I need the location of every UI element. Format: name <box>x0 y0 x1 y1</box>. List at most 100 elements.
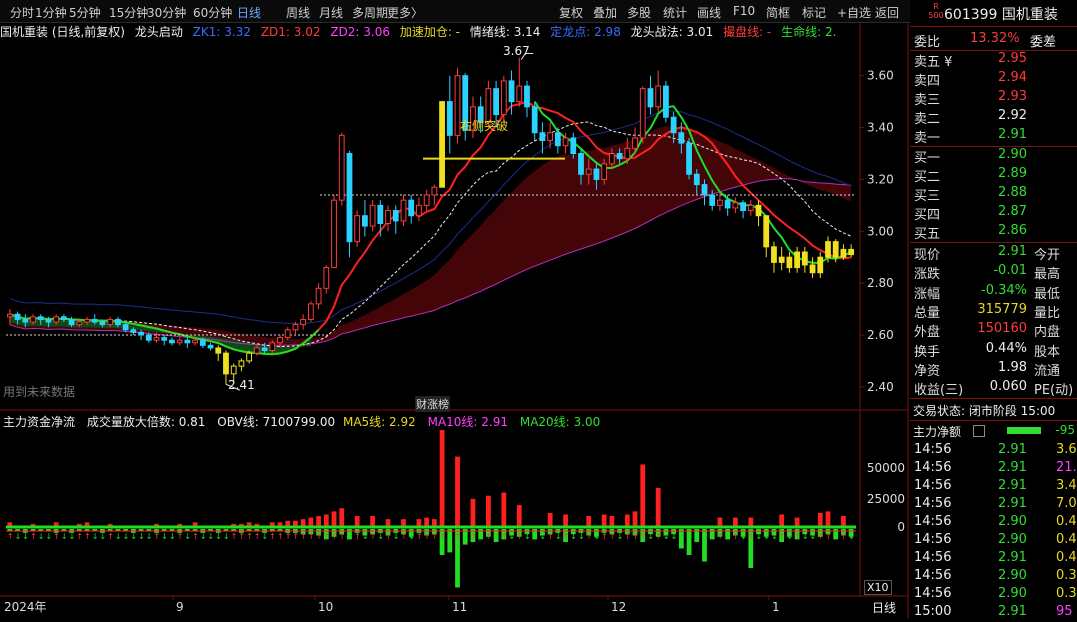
candle-body <box>701 184 708 196</box>
candle-body <box>362 215 368 227</box>
flow-arrow: ↓ <box>393 532 400 541</box>
quote-label: 现价 <box>914 248 941 263</box>
candle-body <box>346 152 353 243</box>
quote-right-label: 今开 <box>1034 248 1061 263</box>
quote-row: 现价 2.91 今开 <box>912 244 1075 263</box>
bid-label: 买二 <box>914 170 941 185</box>
vol-tick: 0 <box>897 520 905 534</box>
candle-body <box>724 199 731 209</box>
flow-arrow: ↑ <box>748 532 755 541</box>
flow-arrow: ↑ <box>277 532 284 541</box>
sub-title[interactable]: 主力资金净流 <box>3 415 75 429</box>
tick-volume: 0.4 <box>1056 532 1077 547</box>
candle-body <box>709 194 716 206</box>
quote-row: 总量 315779 量比 <box>912 301 1075 321</box>
flow-arrow: ↓ <box>130 532 137 541</box>
candle-body <box>686 142 692 175</box>
candle-body <box>385 210 391 225</box>
inflow-bar <box>516 505 522 527</box>
quote-value: 315779 <box>977 301 1027 317</box>
flow-arrow: ↓ <box>92 532 99 541</box>
tick-row: 14:56 2.90 0.3 <box>912 586 1077 604</box>
time-tick: 2024年 <box>4 600 47 614</box>
ask-value: 2.94 <box>998 70 1027 85</box>
tick-volume: 95 <box>1056 604 1073 619</box>
stock-header: 601399 国机重装 <box>944 4 1058 24</box>
tick-volume: 21.5 <box>1056 460 1077 475</box>
badge-top: R <box>933 2 939 11</box>
ma10-line <box>9 100 852 356</box>
quote-right-label: 流通 <box>1034 363 1061 379</box>
tick-row: 14:56 2.90 0.4 <box>912 514 1077 532</box>
main-flow-icon[interactable] <box>973 425 985 437</box>
candle-body <box>740 202 746 212</box>
period-label[interactable]: 日线 <box>872 599 896 616</box>
flow-arrow: ↑ <box>316 532 323 541</box>
flow-arrow: ↑ <box>370 532 377 541</box>
flow-arrow: ↑ <box>177 532 184 541</box>
webi-row: 委比 13.32% 委差 <box>912 31 1075 50</box>
quote-label: 换手 <box>914 344 941 360</box>
flow-arrow: ↓ <box>408 532 415 541</box>
flow-arrow: ↑ <box>547 532 554 541</box>
inflow-bar <box>485 495 491 527</box>
candle-body <box>423 194 430 206</box>
quote-row: 收益(三) 0.060 PE(动) <box>912 379 1075 398</box>
stock-name: 国机重装 <box>1001 7 1058 23</box>
candle-body <box>192 339 198 344</box>
zoom-multiplier[interactable]: X10 <box>864 580 892 595</box>
candle-body <box>107 318 114 326</box>
tick-time: 14:56 <box>914 460 952 475</box>
webi-label: 委比 <box>914 35 941 50</box>
ask-row: 卖一 2.91 <box>912 127 1075 146</box>
candle-body <box>439 101 445 188</box>
flow-arrow: ↑ <box>308 532 315 541</box>
quote-label: 涨跌 <box>914 267 941 283</box>
flow-arrow: ↑ <box>470 532 477 541</box>
price-tick: 2.80 <box>867 276 894 290</box>
candle-body <box>416 204 422 217</box>
high-annotation: 3.67 <box>503 44 530 58</box>
flow-arrow: ↑ <box>779 532 786 541</box>
tick-volume: 3.6 <box>1056 442 1077 457</box>
candle-body <box>547 132 554 142</box>
bid-label: 买一 <box>914 151 941 166</box>
candle-body <box>763 215 770 248</box>
quote-row: 净资 1.98 流通 <box>912 360 1075 379</box>
candle-body <box>199 339 206 346</box>
tick-price: 2.90 <box>998 568 1027 583</box>
bid-row: 买四 2.87 <box>912 204 1075 223</box>
bid-value: 2.90 <box>998 147 1027 162</box>
bid-value: 2.87 <box>998 204 1027 219</box>
candle-body <box>832 241 839 258</box>
quote-label: 总量 <box>914 305 941 321</box>
tick-price: 2.91 <box>998 442 1027 457</box>
candle-body <box>315 287 322 305</box>
inflow-bar <box>323 514 329 527</box>
flow-arrow: ↓ <box>686 532 693 541</box>
candle-body <box>747 204 754 212</box>
tick-time: 14:56 <box>914 568 952 583</box>
flow-arrow: ↓ <box>771 532 778 541</box>
candle-body <box>76 321 83 326</box>
bid-row: 买二 2.89 <box>912 166 1075 185</box>
candle-body <box>840 248 847 258</box>
tick-volume: 7.0 <box>1056 496 1077 511</box>
flow-arrow: ↑ <box>717 532 724 541</box>
flow-arrow: ↑ <box>323 532 330 541</box>
candle-body <box>771 246 777 263</box>
flow-arrow: ↓ <box>208 532 215 541</box>
candle-body <box>624 147 631 160</box>
flow-arrow: ↓ <box>701 532 708 541</box>
candle-body <box>670 116 677 134</box>
inflow-bar <box>779 514 785 527</box>
tick-price: 2.91 <box>998 550 1027 565</box>
low-annotation: 2.41 <box>228 378 255 392</box>
candle-body <box>230 365 237 375</box>
quote-value: -0.01 <box>993 263 1027 279</box>
candle-body <box>524 85 530 108</box>
flow-arrow: ↑ <box>516 532 523 541</box>
tick-price: 2.90 <box>998 586 1027 601</box>
flow-arrow: ↓ <box>740 532 747 541</box>
candle-body <box>99 321 106 326</box>
